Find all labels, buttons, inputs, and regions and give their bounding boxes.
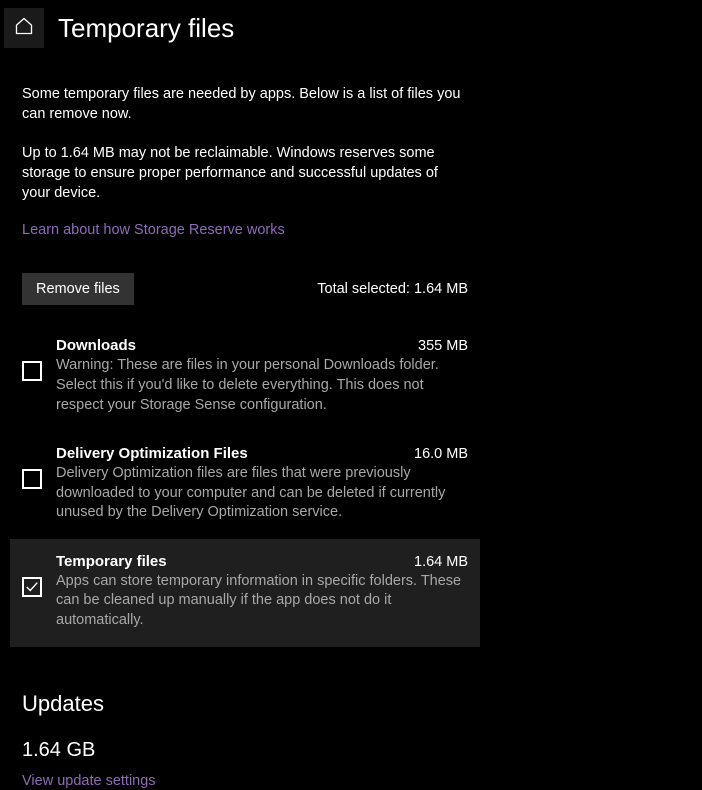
total-selected-label: Total selected: 1.64 MB [317, 281, 468, 297]
file-size: 1.64 MB [414, 554, 468, 570]
home-icon [14, 16, 34, 41]
main-content: Some temporary files are needed by apps.… [0, 56, 490, 790]
file-item-temporary-files[interactable]: Temporary files 1.64 MB Apps can store t… [10, 539, 480, 647]
check-icon [25, 580, 39, 594]
file-title: Temporary files [56, 553, 167, 570]
page-header: Temporary files [0, 0, 702, 56]
intro-text-1: Some temporary files are needed by apps.… [22, 84, 468, 125]
file-size: 16.0 MB [414, 446, 468, 462]
file-head: Downloads 355 MB [56, 337, 468, 354]
file-item-delivery-optimization[interactable]: Delivery Optimization Files 16.0 MB Deli… [10, 431, 480, 539]
updates-heading: Updates [22, 691, 468, 717]
file-body: Downloads 355 MB Warning: These are file… [56, 337, 468, 415]
action-row: Remove files Total selected: 1.64 MB [22, 273, 468, 305]
file-size: 355 MB [418, 338, 468, 354]
file-description: Warning: These are files in your persona… [56, 356, 468, 415]
file-head: Temporary files 1.64 MB [56, 553, 468, 570]
checkbox-temporary-files[interactable] [22, 577, 42, 597]
remove-files-button[interactable]: Remove files [22, 273, 134, 305]
file-title: Downloads [56, 337, 136, 354]
page-title: Temporary files [58, 13, 234, 44]
file-body: Temporary files 1.64 MB Apps can store t… [56, 553, 468, 631]
checkbox-downloads[interactable] [22, 361, 42, 381]
intro-text-2: Up to 1.64 MB may not be reclaimable. Wi… [22, 143, 468, 204]
learn-link[interactable]: Learn about how Storage Reserve works [22, 222, 285, 238]
file-description: Apps can store temporary information in … [56, 572, 468, 631]
checkbox-delivery-optimization[interactable] [22, 469, 42, 489]
file-head: Delivery Optimization Files 16.0 MB [56, 445, 468, 462]
file-title: Delivery Optimization Files [56, 445, 248, 462]
file-body: Delivery Optimization Files 16.0 MB Deli… [56, 445, 468, 523]
file-description: Delivery Optimization files are files th… [56, 464, 468, 523]
updates-size: 1.64 GB [22, 739, 468, 762]
file-list: Downloads 355 MB Warning: These are file… [10, 323, 480, 646]
file-item-downloads[interactable]: Downloads 355 MB Warning: These are file… [10, 323, 480, 431]
home-button[interactable] [4, 8, 44, 48]
